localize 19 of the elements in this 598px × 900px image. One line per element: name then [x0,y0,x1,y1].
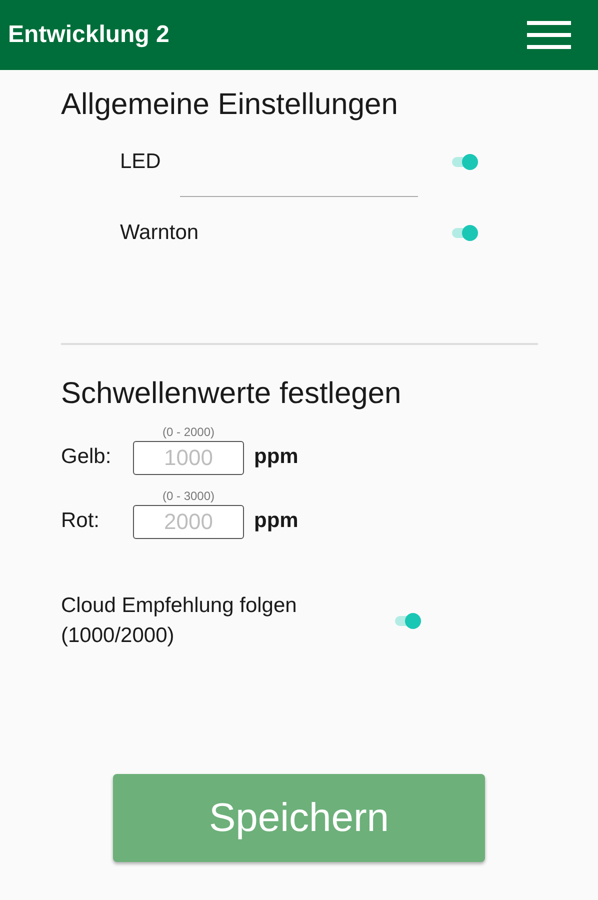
threshold-input[interactable]: 1000 [133,441,244,475]
unit-label: ppm [254,445,298,470]
toggle-switch[interactable] [452,225,478,241]
menu-icon[interactable] [527,20,571,50]
section-heading: Allgemeine Einstellungen [61,87,399,122]
threshold-input[interactable]: 2000 [133,505,244,539]
toggle-switch[interactable] [395,613,421,629]
threshold-label: Rot: [61,509,101,534]
unit-label: ppm [254,509,298,534]
setting-label: Warnton [120,221,199,245]
app-title: Entwicklung 2 [8,21,170,49]
setting-label: LED [120,150,161,174]
cloud-label: Cloud Empfehlung folgen (1000/2000) [61,593,298,649]
range-hint: (0 - 2000) [162,425,215,439]
threshold-label: Gelb: [61,445,112,470]
save-button[interactable]: Speichern [113,774,485,862]
toggle-switch[interactable] [452,154,478,170]
range-hint: (0 - 3000) [162,489,215,503]
section-heading: Schwellenwerte festlegen [61,376,402,411]
